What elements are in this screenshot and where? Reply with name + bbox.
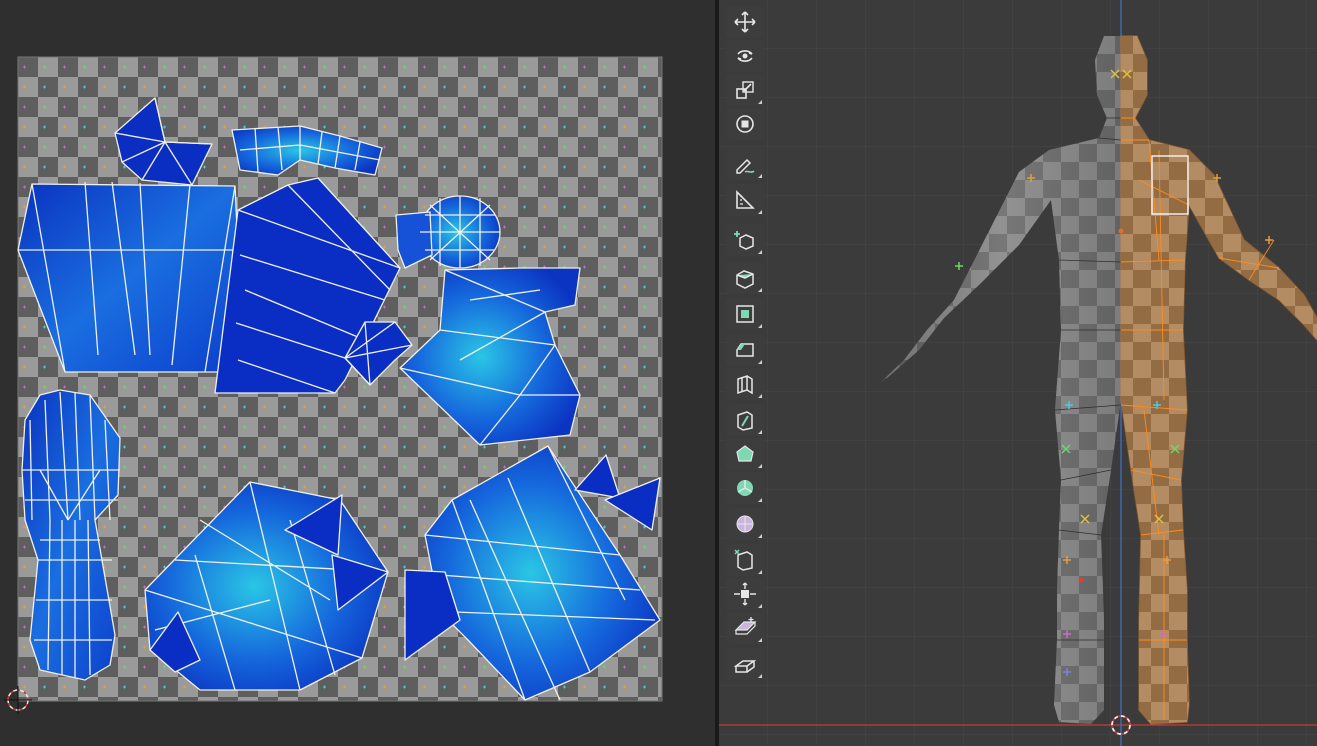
scale-icon	[736, 81, 754, 99]
shrink-fatten-icon	[734, 582, 756, 606]
tool-options-indicator	[758, 604, 762, 608]
tool-options-indicator	[758, 250, 762, 254]
tool-options-indicator	[758, 210, 762, 214]
poly-build-icon	[736, 445, 754, 462]
tool-annotate[interactable]	[726, 148, 764, 180]
viewport-canvas[interactable]	[719, 0, 1317, 746]
tool-scale[interactable]	[726, 74, 764, 106]
tool-options-indicator	[758, 674, 762, 678]
tool-options-indicator	[758, 498, 762, 502]
tool-extrude-region[interactable]	[726, 262, 764, 294]
loop-cut-icon	[737, 374, 753, 395]
smooth-vertices-icon	[736, 515, 754, 533]
tool-smooth-vertices[interactable]	[726, 508, 764, 540]
tool-rip-region[interactable]	[726, 648, 764, 680]
uv-editor[interactable]	[0, 0, 715, 746]
tool-options-indicator	[758, 360, 762, 364]
tool-bevel[interactable]	[726, 334, 764, 366]
tool-options-indicator	[758, 394, 762, 398]
tool-options-indicator	[758, 464, 762, 468]
annotate-icon	[736, 158, 755, 174]
knife-icon	[737, 411, 753, 431]
tool-shear[interactable]	[726, 612, 764, 644]
tool-add-cube[interactable]	[726, 224, 764, 256]
bevel-icon	[736, 343, 754, 357]
tool-spin[interactable]	[726, 472, 764, 504]
tool-transform[interactable]	[726, 108, 764, 140]
spin-icon	[737, 480, 753, 496]
tool-shrink-fatten[interactable]	[726, 578, 764, 610]
tool-inset-faces[interactable]	[726, 298, 764, 330]
3d-viewport[interactable]	[719, 0, 1317, 746]
viewport-grid	[719, 0, 1317, 746]
shear-icon	[734, 617, 757, 635]
tool-options-indicator	[758, 100, 762, 104]
uv-editor-canvas[interactable]	[0, 0, 715, 746]
tool-loop-cut[interactable]	[726, 368, 764, 400]
rip-region-icon	[733, 660, 757, 673]
tool-options-indicator	[758, 534, 762, 538]
tool-options-indicator	[758, 288, 762, 292]
tool-options-indicator	[758, 570, 762, 574]
inset-faces-icon	[736, 305, 754, 323]
tool-options-indicator	[758, 638, 762, 642]
rotate-icon	[737, 50, 753, 62]
measure-icon	[736, 190, 755, 209]
tool-poly-build[interactable]	[726, 438, 764, 470]
extrude-region-icon	[736, 270, 754, 289]
add-cube-icon	[734, 231, 754, 250]
tool-options-indicator	[758, 174, 762, 178]
tool-rotate[interactable]	[726, 40, 764, 72]
tool-options-indicator	[758, 324, 762, 328]
tool-measure[interactable]	[726, 184, 764, 216]
tool-knife[interactable]	[726, 404, 764, 436]
transform-icon	[736, 115, 754, 133]
tool-edge-slide[interactable]	[726, 544, 764, 576]
edge-slide-icon	[734, 549, 753, 571]
move-icon	[734, 11, 756, 33]
tool-move[interactable]	[726, 6, 764, 38]
tool-options-indicator	[758, 430, 762, 434]
